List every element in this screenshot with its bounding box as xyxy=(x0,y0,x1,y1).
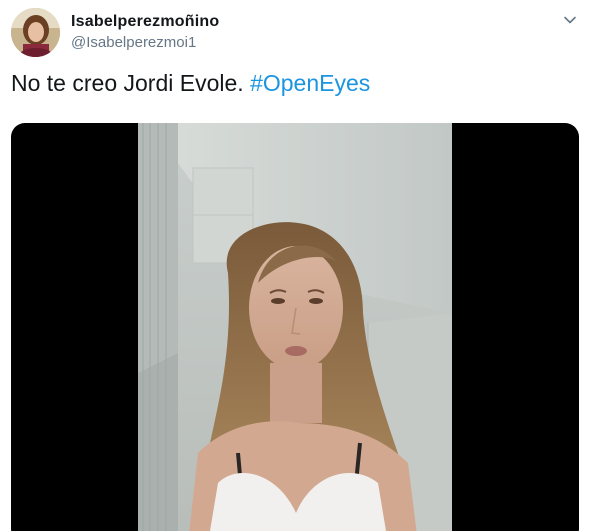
tweet-text: No te creo Jordi Evole. #OpenEyes xyxy=(11,68,370,98)
user-handle[interactable]: @Isabelperezmoi1 xyxy=(71,33,219,53)
tweet-card: Isabelperezmoñino @Isabelperezmoi1 No te… xyxy=(0,0,599,531)
tweet-body-text: No te creo Jordi Evole. xyxy=(11,70,251,96)
avatar[interactable] xyxy=(11,8,60,57)
chevron-down-icon[interactable] xyxy=(563,13,577,27)
video-player[interactable] xyxy=(11,123,579,531)
avatar-image xyxy=(11,8,60,57)
video-still xyxy=(138,123,452,531)
hashtag-link[interactable]: #OpenEyes xyxy=(250,70,370,96)
video-frame[interactable] xyxy=(138,123,452,531)
user-info: Isabelperezmoñino @Isabelperezmoi1 xyxy=(71,12,219,53)
display-name[interactable]: Isabelperezmoñino xyxy=(71,12,219,32)
